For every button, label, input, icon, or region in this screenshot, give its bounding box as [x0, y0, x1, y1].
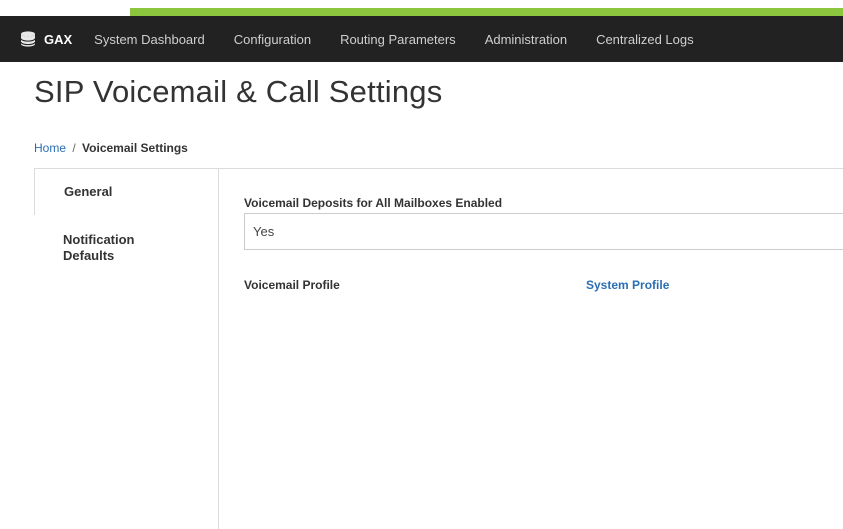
page-title: SIP Voicemail & Call Settings [34, 74, 443, 109]
nav-item-system-dashboard[interactable]: System Dashboard [94, 32, 205, 47]
nav-item-administration[interactable]: Administration [485, 32, 567, 47]
tab-notification-defaults[interactable]: Notification Defaults [34, 215, 164, 281]
tab-general[interactable]: General [34, 169, 218, 215]
accent-strip [0, 0, 843, 16]
brand-label: GAX [44, 31, 73, 47]
vertical-tabs: General Notification Defaults [34, 169, 218, 529]
top-navigation-bar: GAX System Dashboard Configuration Routi… [0, 16, 843, 62]
brand[interactable]: GAX [19, 30, 72, 48]
breadcrumb-separator: / [72, 141, 76, 155]
breadcrumb: Home / Voicemail Settings [34, 141, 188, 155]
nav-item-routing-parameters[interactable]: Routing Parameters [340, 32, 456, 47]
tabs-divider [218, 169, 219, 529]
nav-item-configuration[interactable]: Configuration [234, 32, 311, 47]
database-icon [19, 30, 37, 48]
breadcrumb-home-link[interactable]: Home [34, 141, 66, 155]
deposits-enabled-field[interactable]: Yes [244, 213, 843, 250]
deposits-enabled-label: Voicemail Deposits for All Mailboxes Ena… [244, 196, 503, 210]
nav-item-centralized-logs[interactable]: Centralized Logs [596, 32, 694, 47]
breadcrumb-current: Voicemail Settings [82, 141, 188, 155]
voicemail-profile-label: Voicemail Profile [244, 278, 340, 292]
accent-bar [130, 8, 843, 16]
voicemail-profile-link[interactable]: System Profile [586, 278, 669, 292]
settings-panel: General Notification Defaults Voicemail … [34, 168, 843, 529]
